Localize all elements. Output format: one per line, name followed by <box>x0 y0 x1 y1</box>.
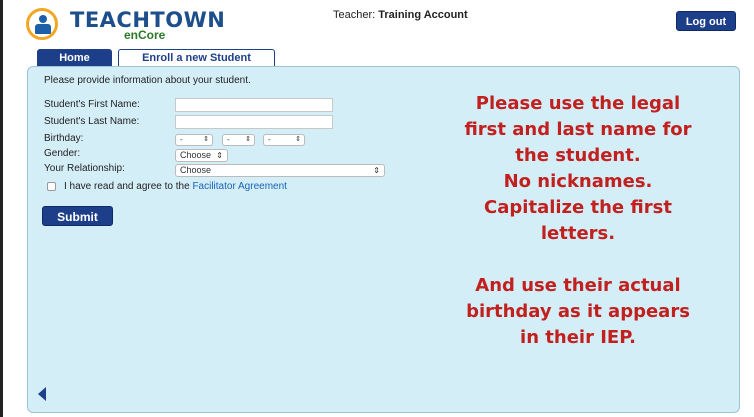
agreement-checkbox[interactable] <box>47 182 56 191</box>
chevron-updown-icon: ⇕ <box>203 136 209 143</box>
notice-line <box>428 247 728 273</box>
logout-button[interactable]: Log out <box>676 11 736 31</box>
birthday-day-select[interactable]: - ⇕ <box>222 134 255 146</box>
teachtown-logo: TEACHTOWN enCore <box>26 6 266 42</box>
notice-line: And use their actual <box>475 275 681 296</box>
notice-line: Capitalize the first <box>484 197 672 218</box>
last-name-label: Student's Last Name: <box>44 116 140 127</box>
chevron-updown-icon: ⇕ <box>245 136 251 143</box>
first-name-input[interactable] <box>175 98 333 112</box>
first-name-label: Student's First Name: <box>44 99 140 110</box>
chevron-updown-icon: ⇕ <box>373 166 380 175</box>
last-name-input[interactable] <box>175 115 333 129</box>
relationship-label: Your Relationship: <box>44 163 125 174</box>
agreement-label: I have read and agree to the <box>64 181 190 192</box>
enroll-form-panel: Please provide information about your st… <box>27 66 740 413</box>
instruction-notice: Please use the legal first and last name… <box>428 91 728 351</box>
teachtown-logo-icon <box>26 8 58 40</box>
birthday-month-select[interactable]: - ⇕ <box>175 134 213 146</box>
gender-value: Choose <box>180 150 212 160</box>
teacher-name: Training Account <box>378 9 468 21</box>
gender-select[interactable]: Choose ⇕ <box>175 149 228 162</box>
notice-line: the student. <box>515 145 641 166</box>
teacher-info: Teacher: Training Account <box>333 9 468 21</box>
back-arrow-icon[interactable] <box>38 387 46 401</box>
birthday-day-value: - <box>227 135 230 144</box>
teacher-label: Teacher: <box>333 9 376 21</box>
birthday-label: Birthday: <box>44 133 84 144</box>
birthday-year-select[interactable]: - ⇕ <box>263 134 305 146</box>
notice-line: birthday as it appears <box>466 301 690 322</box>
notice-line: letters. <box>540 223 616 244</box>
tab-enroll-student[interactable]: Enroll a new Student <box>118 49 275 67</box>
birthday-month-value: - <box>180 135 183 144</box>
notice-line: first and last name for <box>464 119 692 140</box>
notice-line: No nicknames. <box>503 171 653 192</box>
chevron-updown-icon: ⇕ <box>216 151 223 160</box>
notice-line: in their IEP. <box>520 327 636 348</box>
relationship-value: Choose <box>180 165 212 175</box>
notice-line: Please use the legal <box>475 93 681 114</box>
agreement-text: I have read and agree to the Facilitator… <box>64 181 287 192</box>
form-intro: Please provide information about your st… <box>44 75 251 86</box>
logo-subtitle: enCore <box>124 28 166 42</box>
birthday-year-value: - <box>268 135 271 144</box>
left-border <box>0 0 3 417</box>
tab-home[interactable]: Home <box>37 49 112 67</box>
facilitator-agreement-link[interactable]: Facilitator Agreement <box>192 181 287 192</box>
chevron-updown-icon: ⇕ <box>295 136 301 143</box>
gender-label: Gender: <box>44 148 81 159</box>
relationship-select[interactable]: Choose ⇕ <box>175 164 385 177</box>
submit-button[interactable]: Submit <box>42 206 113 226</box>
